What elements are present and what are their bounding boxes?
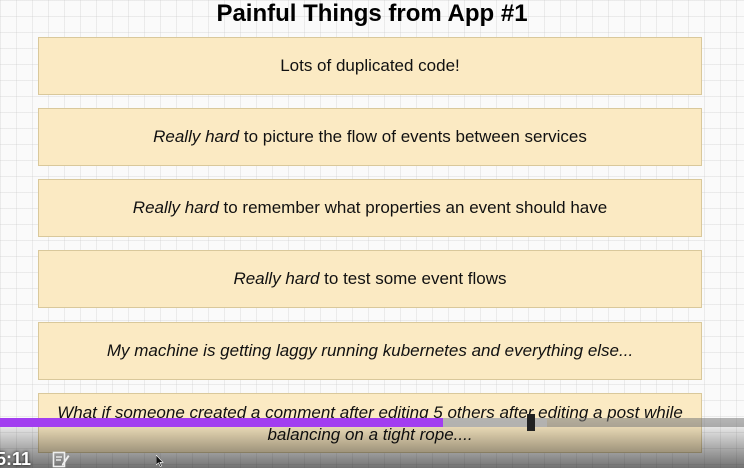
card-emphasis: Really hard [233, 269, 320, 288]
card-text: to picture the flow of events between se… [239, 127, 587, 146]
slide-card-flow-of-events: Really hard to picture the flow of event… [38, 108, 702, 166]
slide-stage: Painful Things from App #1 Lots of dupli… [0, 0, 744, 468]
slide-card-laggy-machine: My machine is getting laggy running kube… [38, 322, 702, 380]
card-text: to remember what properties an event sho… [218, 198, 608, 217]
progress-scrubber-handle[interactable] [527, 414, 535, 431]
notes-icon[interactable] [52, 451, 70, 468]
card-text: to test some event flows [319, 269, 507, 288]
card-text: Lots of duplicated code! [280, 56, 460, 75]
mouse-cursor-icon [156, 455, 164, 467]
progress-bar[interactable] [0, 414, 744, 431]
slide-title: Painful Things from App #1 [216, 0, 528, 27]
card-emphasis: Really hard [132, 198, 219, 217]
card-text: My machine is getting laggy running kube… [106, 341, 634, 360]
slide-card-test-event-flows: Really hard to test some event flows [38, 250, 702, 308]
current-time: 5:11 [0, 449, 32, 468]
progress-played [0, 418, 443, 427]
slide-card-event-properties: Really hard to remember what properties … [38, 179, 702, 237]
card-emphasis: Really hard [153, 127, 240, 146]
slide-card-duplicated-code: Lots of duplicated code! [38, 37, 702, 95]
player-controls-shade [0, 420, 744, 468]
